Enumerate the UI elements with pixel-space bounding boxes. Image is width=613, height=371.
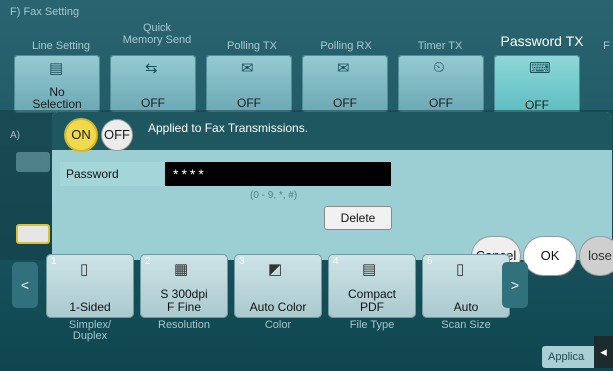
quick-memory-send-value: OFF	[141, 96, 165, 110]
resolution-icon: ▦	[174, 261, 189, 278]
dialog-header	[52, 112, 612, 150]
password-tx-button[interactable]: ⌨ OFF	[494, 55, 580, 115]
quick-setting-number: 1	[51, 256, 57, 267]
quick-setting-number: 4	[333, 256, 339, 267]
polling-tx-value: OFF	[237, 96, 261, 110]
color-icon: ◩	[268, 261, 283, 278]
page-title: F) Fax Setting	[10, 6, 80, 18]
scan-size-icon: ▯	[456, 261, 465, 278]
scan-size-value: Auto	[453, 300, 479, 314]
polling-rx-icon: ✉	[337, 60, 350, 77]
quick-setting-number: 5	[427, 256, 433, 267]
tab-line-setting[interactable]: Line Setting	[28, 40, 94, 52]
scan-size-caption: Scan Size	[441, 319, 491, 331]
file-type-button[interactable]: 4 ▤ Compact PDF	[328, 254, 416, 318]
polling-rx-value: OFF	[333, 96, 357, 110]
tab-partial[interactable]: F	[600, 40, 613, 52]
timer-tx-icon: ⏲	[433, 59, 445, 76]
tab-polling-tx[interactable]: Polling TX	[212, 40, 292, 52]
color-button[interactable]: 3 ◩ Auto Color	[234, 254, 322, 318]
color-caption: Color	[264, 319, 292, 331]
simplex-duplex-icon: ▯	[80, 261, 89, 278]
password-label: Password	[60, 162, 164, 186]
line-setting-value: No Selection	[32, 85, 82, 111]
tab-password-tx[interactable]: Password TX	[494, 34, 590, 48]
background-control	[16, 152, 50, 172]
timer-tx-button[interactable]: ⏲ OFF	[398, 55, 484, 113]
timer-tx-value: OFF	[429, 96, 453, 110]
simplex-duplex-button[interactable]: 1 ▯ 1-Sided	[46, 254, 134, 318]
background-control-selected	[16, 224, 50, 244]
tab-timer-tx[interactable]: Timer TX	[400, 40, 480, 52]
on-toggle-button[interactable]: ON	[66, 120, 96, 150]
tab-quick-memory-send[interactable]: Quick Memory Send	[114, 22, 200, 46]
scroll-left-arrow-icon[interactable]: <	[12, 262, 38, 308]
close-button[interactable]: lose	[580, 237, 613, 275]
scan-size-button[interactable]: 5 ▯ Auto	[422, 254, 510, 318]
file-type-value: Compact PDF	[347, 287, 397, 314]
quick-memory-send-icon: ⇆	[145, 60, 158, 77]
quick-memory-send-button[interactable]: ⇆ OFF	[110, 55, 196, 113]
resolution-caption: Resolution	[158, 319, 210, 331]
dialog-message: Applied to Fax Transmissions.	[148, 121, 309, 135]
off-toggle-button[interactable]: OFF	[102, 120, 132, 150]
section-label: A)	[10, 130, 20, 141]
polling-rx-button[interactable]: ✉ OFF	[302, 55, 388, 113]
ok-button[interactable]: OK	[524, 237, 576, 275]
resolution-button[interactable]: 2 ▦ S 300dpi F Fine	[140, 254, 228, 318]
password-hint: (0 - 9, *, #)	[250, 190, 298, 201]
line-setting-button[interactable]: ▤ No Selection	[14, 55, 100, 113]
file-type-icon: ▤	[362, 261, 377, 278]
password-tx-icon: ⌨	[529, 60, 551, 77]
color-value: Auto Color	[249, 300, 307, 314]
scroll-right-arrow-icon[interactable]: >	[502, 262, 528, 308]
quick-setting-number: 2	[145, 256, 151, 267]
line-setting-icon: ▤	[49, 60, 64, 77]
polling-tx-icon: ✉	[241, 60, 254, 77]
tab-polling-rx[interactable]: Polling RX	[306, 40, 386, 52]
file-type-caption: File Type	[349, 319, 395, 331]
polling-tx-button[interactable]: ✉ OFF	[206, 55, 292, 113]
resolution-value: S 300dpi F Fine	[160, 287, 208, 314]
side-panel-toggle-icon[interactable]: ◂	[594, 336, 613, 368]
password-field[interactable]: ****	[165, 162, 391, 186]
quick-setting-number: 3	[239, 256, 245, 267]
simplex-duplex-value: 1-Sided	[69, 300, 111, 314]
delete-button[interactable]: Delete	[324, 206, 392, 230]
application-tab[interactable]: Applica	[542, 346, 602, 368]
simplex-duplex-caption: Simplex/ Duplex	[68, 319, 112, 342]
